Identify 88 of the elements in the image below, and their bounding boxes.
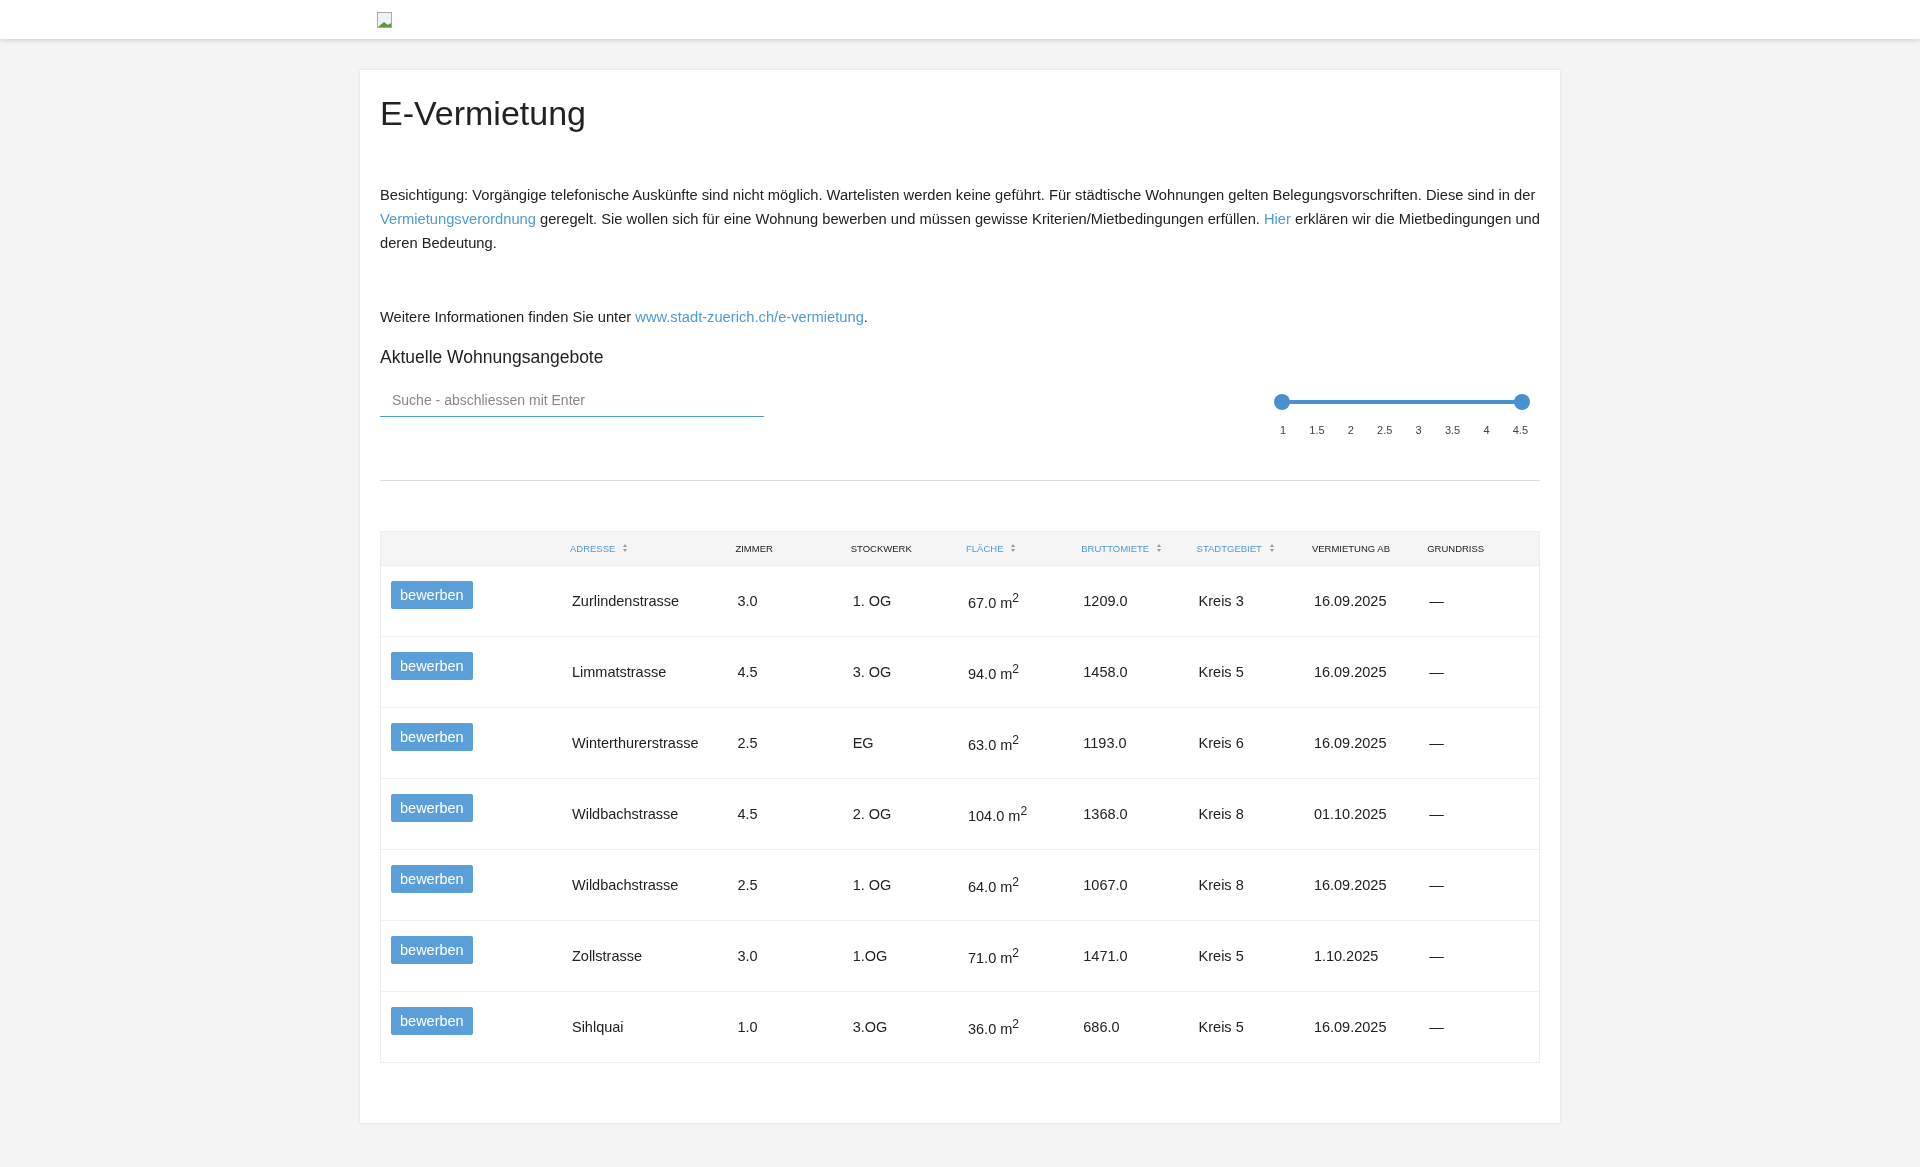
- column-header: STOCKWERK: [850, 543, 912, 554]
- table-cell: Limmatstrasse: [571, 664, 667, 680]
- table-cell: —: [1429, 735, 1444, 751]
- slider-tick-label: 3: [1415, 424, 1422, 436]
- table-cell: —: [1429, 877, 1444, 893]
- table-cell: Zurlindenstrasse: [571, 593, 680, 609]
- slider-tick-label: 2.5: [1377, 424, 1393, 436]
- slider-tick-label: 4: [1483, 424, 1490, 436]
- table-cell: 94.0 m$^{2}$: [968, 665, 1020, 682]
- table-cell: Wildbachstrasse: [571, 806, 679, 822]
- table-cell: —: [1429, 948, 1444, 964]
- table-cell: 104.0 m$^{2}$: [968, 807, 1028, 824]
- table-cell: 16.09.2025: [1313, 877, 1387, 893]
- slider-thumb[interactable]: [1514, 394, 1530, 410]
- table-cell: 3.0: [737, 593, 758, 609]
- table-cell: Zollstrasse: [571, 948, 643, 964]
- table-cell: 63.0 m$^{2}$: [968, 736, 1020, 753]
- table-cell: Wildbachstrasse: [571, 877, 679, 893]
- slider-thumb[interactable]: [1274, 394, 1290, 410]
- apply-button[interactable]: bewerben: [391, 936, 473, 964]
- column-header: ZIMMER: [735, 543, 773, 554]
- slider-tick-label: 3.5: [1444, 424, 1461, 436]
- intro-paragraph: Besichtigung: Vorgängige telefonische Auskünfte sind nicht möglich. Wartelisten werden keine geführt. Für städtische Wohnungen gelten Belegungsvorschriften. Diese sind in der Vermietungsverordnung geregelt. Sie wollen sich für eine Wohnung bewerben und müssen gewisse Kriterien/Mietbedingungen erfüllen. Hier erklären wir die Mietbedingungen und deren Bedeutung.: [380, 186, 1540, 253]
- table-cell: Winterthurerstrasse: [571, 735, 699, 751]
- table-cell: 3. OG: [852, 664, 892, 680]
- column-header[interactable]: FLÄCHE: [966, 543, 1016, 554]
- table-cell: —: [1429, 1019, 1444, 1035]
- column-header: VERMIETUNG AB: [1311, 543, 1390, 554]
- text-link[interactable]: Vermietungsverordnung: [380, 211, 536, 227]
- table-cell: 686.0: [1083, 1019, 1120, 1035]
- apply-button[interactable]: bewerben: [391, 652, 473, 680]
- table-cell: —: [1429, 593, 1444, 609]
- table-cell: —: [1429, 806, 1444, 822]
- apply-button[interactable]: bewerben: [391, 865, 473, 893]
- table-cell: 3.0: [737, 948, 758, 964]
- table-cell: 1. OG: [852, 593, 892, 609]
- slider-tick-label: 2: [1347, 424, 1354, 436]
- table-cell: Kreis 8: [1198, 806, 1244, 822]
- table-cell: 64.0 m$^{2}$: [968, 878, 1020, 895]
- slider-tick-label: 4.5: [1512, 424, 1528, 436]
- table-cell: 4.5: [737, 806, 758, 822]
- table-cell: 1209.0: [1083, 593, 1128, 609]
- table-cell: 2.5: [737, 877, 758, 893]
- text-link[interactable]: Hier: [1263, 211, 1291, 227]
- page-title: E-Vermietung: [380, 94, 587, 133]
- apply-button[interactable]: bewerben: [391, 723, 473, 751]
- table-cell: 1067.0: [1083, 877, 1128, 893]
- table-cell: 71.0 m$^{2}$: [968, 949, 1020, 966]
- column-header: GRUNDRISS: [1427, 543, 1485, 554]
- table-cell: 4.5: [737, 664, 758, 680]
- table-cell: 36.0 m$^{2}$: [968, 1020, 1020, 1037]
- table-cell: 2. OG: [852, 806, 892, 822]
- table-cell: Kreis 8: [1198, 877, 1244, 893]
- table-cell: Kreis 5: [1198, 948, 1244, 964]
- slider-tick-label: 1: [1280, 424, 1287, 436]
- slider-tick-label: 1.5: [1309, 424, 1325, 436]
- table-cell: 16.09.2025: [1313, 664, 1387, 680]
- table-cell: Kreis 6: [1198, 735, 1244, 751]
- table-cell: 1.10.2025: [1313, 948, 1379, 964]
- slider-track[interactable]: [1274, 394, 1530, 410]
- table-cell: 01.10.2025: [1313, 806, 1387, 822]
- apply-button[interactable]: bewerben: [391, 581, 473, 609]
- apply-button[interactable]: bewerben: [391, 794, 473, 822]
- table-cell: 1.OG: [852, 948, 888, 964]
- table-cell: Sihlquai: [571, 1019, 624, 1035]
- apply-button[interactable]: bewerben: [391, 1007, 473, 1035]
- table-cell: 1. OG: [852, 877, 892, 893]
- table-cell: 16.09.2025: [1313, 593, 1387, 609]
- table-cell: Kreis 5: [1198, 1019, 1244, 1035]
- table-cell: —: [1429, 664, 1444, 680]
- table-cell: Kreis 3: [1198, 593, 1244, 609]
- column-header[interactable]: ADRESSE: [569, 543, 628, 554]
- table-cell: 16.09.2025: [1313, 735, 1387, 751]
- table-cell: 1193.0: [1083, 735, 1127, 751]
- text-link[interactable]: www.stadt-zuerich.ch/e-vermietung: [635, 309, 864, 325]
- table-cell: 16.09.2025: [1313, 1019, 1387, 1035]
- table-cell: 1368.0: [1083, 806, 1128, 822]
- section-title: Aktuelle Wohnungsangebote: [380, 347, 605, 368]
- broken-image-icon: [377, 11, 393, 28]
- table-cell: 1458.0: [1083, 664, 1128, 680]
- table-cell: 3.OG: [852, 1019, 888, 1035]
- table-cell: 67.0 m$^{2}$: [968, 594, 1020, 611]
- table-cell: Kreis 5: [1198, 664, 1244, 680]
- info-paragraph: Weitere Informationen finden Sie unter www.stadt-zuerich.ch/e-vermietung.: [380, 308, 869, 327]
- table-cell: EG: [852, 735, 874, 751]
- table-cell: 1471.0: [1083, 948, 1128, 964]
- table-cell: 2.5: [737, 735, 758, 751]
- table-cell: 1.0: [737, 1019, 758, 1035]
